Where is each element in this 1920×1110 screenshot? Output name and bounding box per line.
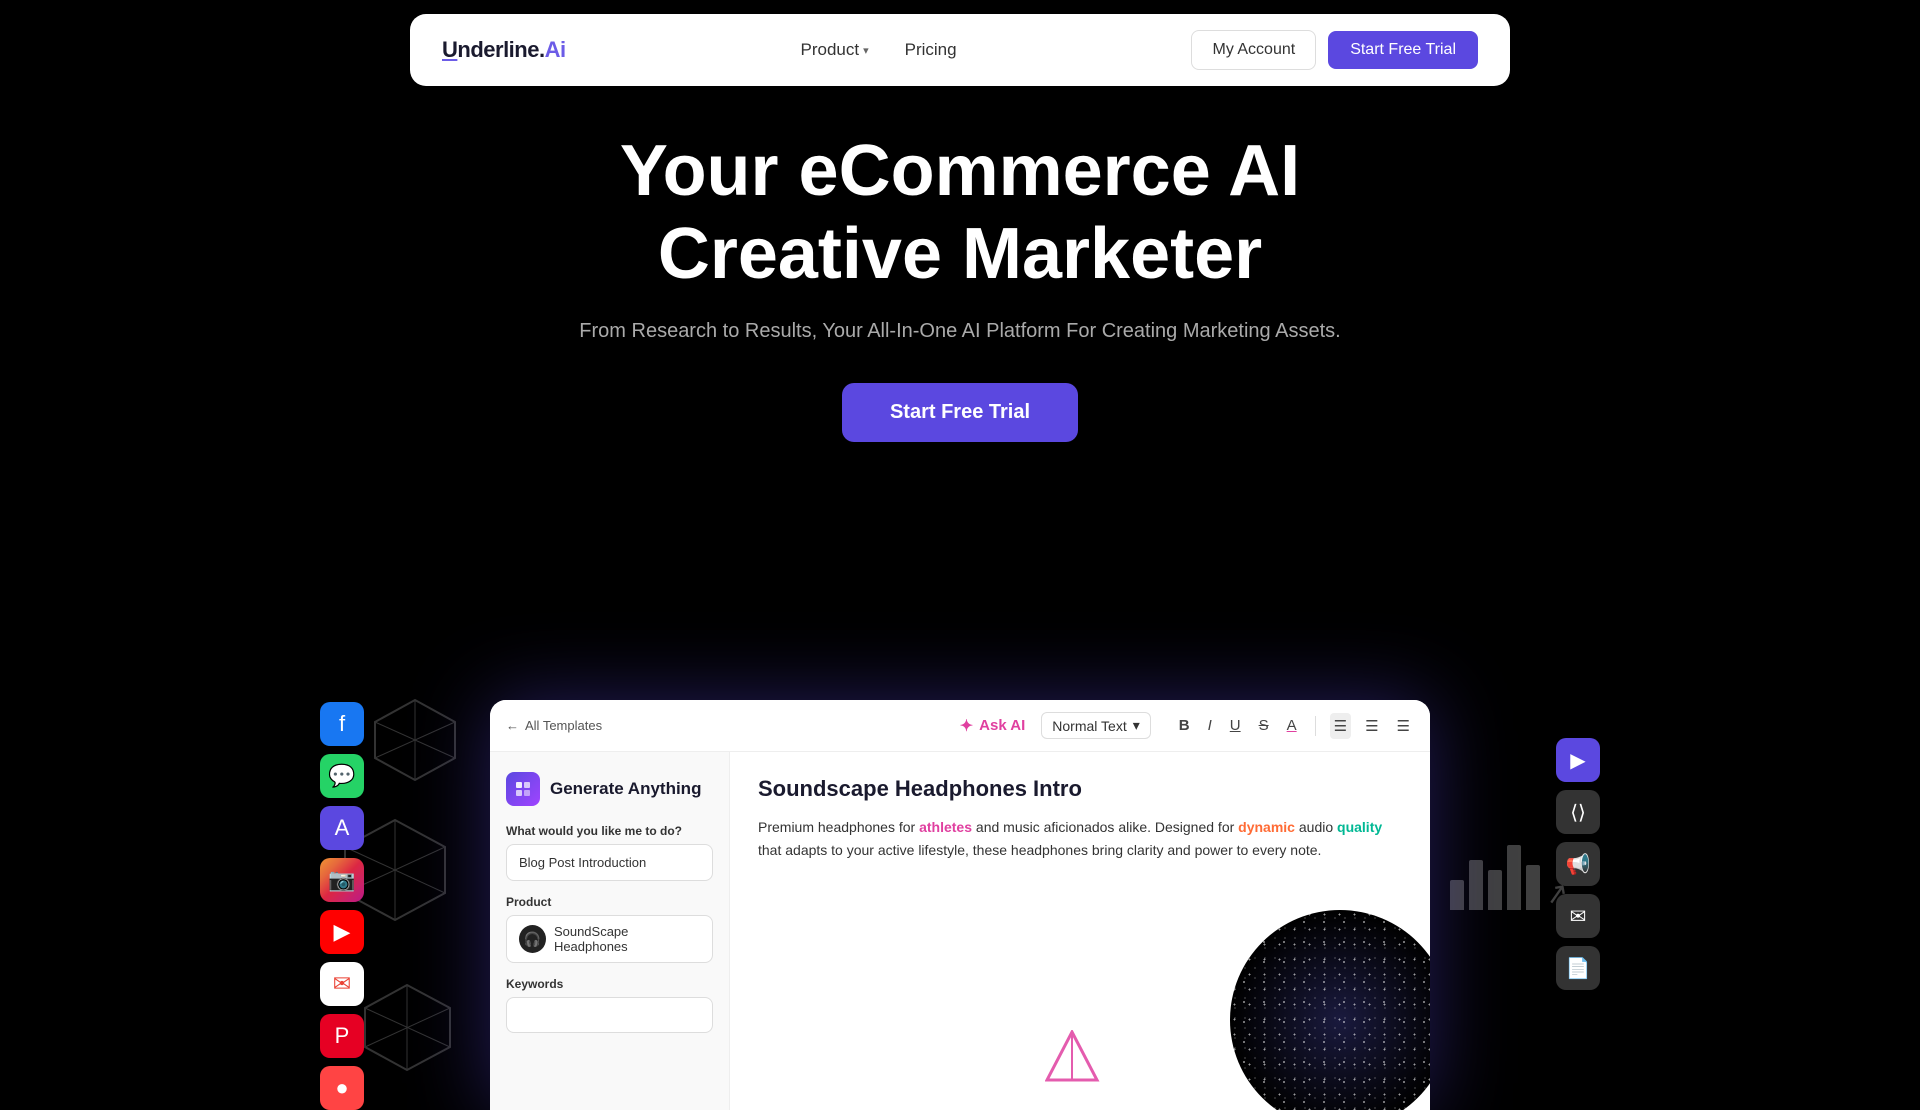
keywords-field: Keywords <box>506 977 713 1033</box>
nav-actions: My Account Start Free Trial <box>1191 30 1478 70</box>
right-content: Soundscape Headphones Intro Premium head… <box>730 752 1430 1110</box>
highlight-athletes: athletes <box>919 819 972 835</box>
content-body: Premium headphones for athletes and musi… <box>758 816 1402 862</box>
hero-section: Your eCommerce AI Creative Marketer From… <box>510 130 1410 442</box>
navigation: Underline.Ai Product ▾ Pricing My Accoun… <box>410 14 1510 86</box>
font-color-button[interactable]: A <box>1283 713 1301 738</box>
dark-circle-decoration <box>1230 910 1430 1110</box>
hero-title: Your eCommerce AI Creative Marketer <box>510 130 1410 296</box>
panel-title: Generate Anything <box>550 779 701 799</box>
facebook-icon[interactable]: f <box>320 702 364 746</box>
my-account-button[interactable]: My Account <box>1191 30 1316 70</box>
share-icon[interactable]: ⟨⟩ <box>1556 790 1600 834</box>
back-arrow-icon: ← <box>506 718 519 733</box>
instagram-icon[interactable]: 📷 <box>320 858 364 902</box>
gmail-icon[interactable]: ✉ <box>320 962 364 1006</box>
start-free-trial-nav-button[interactable]: Start Free Trial <box>1328 31 1478 69</box>
ask-ai-button[interactable]: ✦ Ask AI <box>960 716 1026 736</box>
nav-pricing[interactable]: Pricing <box>905 40 957 60</box>
other-icon[interactable]: ● <box>320 1066 364 1110</box>
brand-triangle-decoration <box>1045 1030 1100 1090</box>
product-label: Product <box>506 895 713 909</box>
document-icon[interactable]: 📄 <box>1556 946 1600 990</box>
product-thumbnail: 🎧 <box>519 925 546 953</box>
stars-decoration <box>1230 910 1430 1110</box>
cube-decoration-bot <box>360 980 455 1080</box>
align-right-button[interactable]: ☰ <box>1393 713 1414 739</box>
hero-subtitle: From Research to Results, Your All-In-On… <box>510 320 1410 343</box>
mail-icon[interactable]: ✉ <box>1556 894 1600 938</box>
play-icon[interactable]: ▶ <box>1556 738 1600 782</box>
underline-button[interactable]: U <box>1226 713 1245 738</box>
bar-5 <box>1526 865 1540 910</box>
align-center-button[interactable]: ☰ <box>1361 713 1382 739</box>
panel-header: Generate Anything <box>506 772 713 806</box>
sparkle-icon: ✦ <box>960 716 973 736</box>
chevron-down-icon: ▾ <box>1133 717 1140 734</box>
product-name: SoundScape Headphones <box>554 924 700 954</box>
what-field: What would you like me to do? <box>506 824 713 881</box>
chevron-down-icon: ▾ <box>863 44 869 57</box>
back-link[interactable]: ← All Templates <box>506 718 602 733</box>
nav-links: Product ▾ Pricing <box>800 40 956 60</box>
bar-chart <box>1450 845 1540 910</box>
content-title: Soundscape Headphones Intro <box>758 776 1402 802</box>
mockup-wrapper: f 💬 A 📷 ▶ ✉ P ● <box>230 700 1690 1110</box>
product-input[interactable]: 🎧 SoundScape Headphones <box>506 915 713 963</box>
start-free-trial-hero-button[interactable]: Start Free Trial <box>842 383 1078 442</box>
whatsapp-icon[interactable]: 💬 <box>320 754 364 798</box>
what-input[interactable] <box>506 844 713 881</box>
bar-3 <box>1488 870 1502 910</box>
keywords-label: Keywords <box>506 977 713 991</box>
app-top-bar: ← All Templates ✦ Ask AI Normal Text ▾ B… <box>490 700 1430 752</box>
product-field: Product 🎧 SoundScape Headphones <box>506 895 713 963</box>
pinterest-icon[interactable]: P <box>320 1014 364 1058</box>
format-select[interactable]: Normal Text ▾ <box>1041 712 1150 739</box>
nav-product[interactable]: Product ▾ <box>800 40 868 60</box>
left-panel: Generate Anything What would you like me… <box>490 752 730 1110</box>
strikethrough-button[interactable]: S <box>1255 713 1273 738</box>
bar-2 <box>1469 860 1483 910</box>
bold-button[interactable]: B <box>1175 713 1194 738</box>
bar-1 <box>1450 880 1464 910</box>
align-left-button[interactable]: ☰ <box>1330 713 1351 739</box>
cube-decoration-top <box>370 695 460 790</box>
panel-logo-icon <box>506 772 540 806</box>
toolbar-divider <box>1315 716 1316 736</box>
toolbar-icons: B I U S A ☰ ☰ ☰ <box>1175 713 1414 739</box>
megaphone-icon[interactable]: 📢 <box>1556 842 1600 886</box>
highlight-dynamic: dynamic <box>1238 819 1295 835</box>
discord-icon[interactable]: A <box>320 806 364 850</box>
chart-decoration: ↗ <box>1450 845 1540 910</box>
highlight-quality: quality <box>1337 819 1382 835</box>
keywords-input[interactable] <box>506 997 713 1033</box>
italic-button[interactable]: I <box>1204 713 1216 738</box>
right-deco-icons: ▶ ⟨⟩ 📢 ✉ 📄 <box>1556 738 1600 990</box>
logo: Underline.Ai <box>442 37 566 63</box>
bar-4 <box>1507 845 1521 910</box>
what-label: What would you like me to do? <box>506 824 713 838</box>
left-sidebar-icons: f 💬 A 📷 ▶ ✉ P ● <box>320 702 364 1110</box>
app-mockup: ← All Templates ✦ Ask AI Normal Text ▾ B… <box>490 700 1430 1110</box>
youtube-icon[interactable]: ▶ <box>320 910 364 954</box>
app-body: Generate Anything What would you like me… <box>490 752 1430 1110</box>
